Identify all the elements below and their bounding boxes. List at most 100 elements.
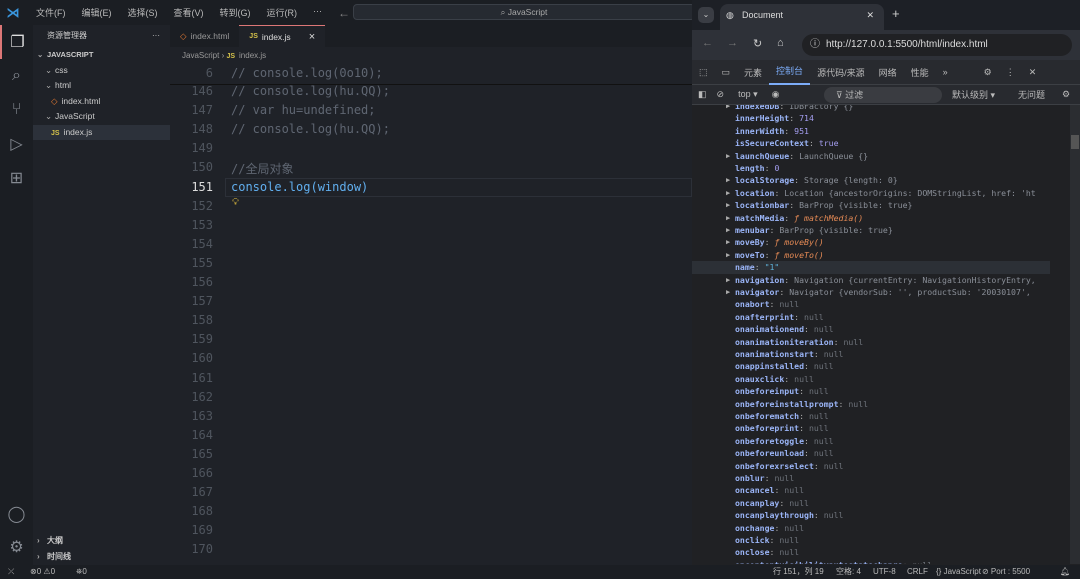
tree-folder-css[interactable]: ⌄ css bbox=[33, 63, 170, 79]
line-ending[interactable]: CRLF bbox=[907, 565, 928, 579]
home-icon[interactable]: ⌂ bbox=[777, 37, 784, 49]
console-property[interactable]: ▶ location: Location {ancestorOrigins: DO… bbox=[692, 187, 1050, 199]
console-property[interactable]: ▶ localStorage: Storage {length: 0} bbox=[692, 174, 1050, 186]
settings-icon[interactable]: ⚙ bbox=[977, 67, 999, 78]
explorer-icon[interactable]: ❐ bbox=[0, 25, 33, 59]
expand-icon[interactable]: ▶ bbox=[726, 224, 730, 236]
tab-index-html[interactable]: ◇ index.html bbox=[170, 25, 239, 47]
html-file-icon: ◇ bbox=[180, 31, 187, 41]
menu-item[interactable]: 查看(V) bbox=[168, 6, 210, 19]
problems-indicator[interactable]: ⊗0 ⚠0 bbox=[30, 565, 55, 579]
console-property[interactable]: ▶ navigation: Navigation {currentEntry: N… bbox=[692, 274, 1050, 286]
encoding[interactable]: UTF-8 bbox=[873, 565, 896, 579]
expand-icon[interactable]: ▶ bbox=[726, 199, 730, 211]
close-tab-icon[interactable]: × bbox=[309, 26, 315, 48]
timeline-section[interactable]: › 时间线 bbox=[37, 549, 71, 565]
console-settings-icon[interactable]: ⚙ bbox=[1062, 89, 1070, 100]
sidebar-toggle-icon[interactable]: ◧ bbox=[692, 89, 713, 100]
devtools-tab-performance[interactable]: 性能 bbox=[904, 66, 936, 79]
expand-icon[interactable]: ▶ bbox=[726, 212, 730, 224]
source-control-icon[interactable]: ⑂ bbox=[0, 93, 33, 127]
devtools-tab-network[interactable]: 网络 bbox=[872, 66, 904, 79]
live-server-port[interactable]: ⊘ Port : 5500 bbox=[982, 565, 1030, 579]
notifications-icon[interactable]: 🔔︎ bbox=[1060, 565, 1070, 579]
menu-item[interactable]: 编辑(E) bbox=[76, 6, 118, 19]
console-property[interactable]: ▶ matchMedia: ƒ matchMedia() bbox=[692, 212, 1050, 224]
reload-icon[interactable]: ↻ bbox=[753, 37, 762, 50]
devtools-tab-console[interactable]: 控制台 bbox=[769, 60, 811, 85]
cursor-position[interactable]: 行 151，列 19 bbox=[773, 565, 824, 579]
device-toolbar-icon[interactable]: ▭ bbox=[715, 67, 738, 78]
back-icon[interactable]: ← bbox=[338, 6, 350, 20]
console-property[interactable]: ▶ navigator: Navigator {vendorSub: '', pr… bbox=[692, 286, 1050, 298]
expand-icon[interactable]: ▶ bbox=[726, 174, 730, 186]
more-options-icon[interactable]: ⋮ bbox=[999, 67, 1022, 78]
menu-item[interactable]: 文件(F) bbox=[30, 6, 72, 19]
live-expression-icon[interactable]: ◉ bbox=[768, 89, 784, 100]
code-line[interactable]: console.log(window) bbox=[231, 180, 368, 194]
console-property[interactable]: ▶ moveTo: ƒ moveTo() bbox=[692, 249, 1050, 261]
search-icon[interactable]: ⌕ bbox=[0, 59, 33, 93]
expand-icon[interactable]: ▶ bbox=[726, 150, 730, 162]
clear-console-icon[interactable]: ⊘ bbox=[713, 89, 729, 100]
code-editor[interactable]: 6 // console.log(0o10); 146 // console.log(… bbox=[170, 64, 692, 565]
ports-indicator[interactable]: ⛯0 bbox=[76, 565, 87, 579]
tab-index-js[interactable]: JS index.js × bbox=[239, 25, 326, 48]
tree-file-index-html[interactable]: ◇ index.html bbox=[33, 94, 170, 110]
code-line[interactable]: // console.log(hu.QQ); bbox=[231, 84, 390, 98]
console-property[interactable]: ▶ menubar: BarProp {visible: true} bbox=[692, 224, 1050, 236]
outline-section[interactable]: › 大纲 bbox=[37, 533, 71, 549]
tree-folder-javascript[interactable]: ⌄ JavaScript bbox=[33, 109, 170, 125]
menu-item[interactable]: 转到(G) bbox=[214, 6, 257, 19]
code-line[interactable]: // console.log(0o10); bbox=[231, 66, 383, 80]
console-property[interactable]: ▶ launchQueue: LaunchQueue {} bbox=[692, 150, 1050, 162]
expand-icon[interactable]: ▶ bbox=[726, 249, 730, 261]
console-output[interactable]: ▶ indexedDB: IDBFactory {} innerHeight: 71… bbox=[692, 105, 1080, 564]
extensions-icon[interactable]: ⊞ bbox=[0, 161, 33, 195]
code-line[interactable]: // var hu=undefined; bbox=[231, 103, 376, 117]
command-center-search[interactable]: ⌕ JavaScript bbox=[353, 4, 695, 20]
new-tab-button[interactable]: + bbox=[892, 6, 900, 21]
close-devtools-icon[interactable]: ✕ bbox=[1022, 67, 1044, 78]
tree-folder-html[interactable]: ⌄ html bbox=[33, 78, 170, 94]
devtools-tab-elements[interactable]: 元素 bbox=[737, 66, 769, 79]
code-line[interactable]: // console.log(hu.QQ); bbox=[231, 122, 390, 136]
menu-item[interactable]: 选择(S) bbox=[122, 6, 164, 19]
issues-button[interactable]: 无问题 bbox=[1018, 88, 1045, 101]
browser-tab[interactable]: ◍ Document ✕ bbox=[720, 4, 884, 30]
more-tabs-button[interactable]: » bbox=[936, 67, 955, 77]
devtools-tab-sources[interactable]: 源代码/来源 bbox=[810, 66, 872, 79]
inspect-icon[interactable]: ⬚ bbox=[692, 67, 715, 78]
close-tab-icon[interactable]: ✕ bbox=[866, 4, 874, 26]
expand-icon[interactable]: ▶ bbox=[726, 187, 730, 199]
address-bar[interactable]: ⓘ http://127.0.0.1:5500/html/index.html bbox=[802, 34, 1072, 56]
tree-file-index-js[interactable]: JS index.js bbox=[33, 124, 170, 140]
remote-icon[interactable]: ⤫ bbox=[8, 565, 14, 579]
expand-icon[interactable]: ▶ bbox=[726, 236, 730, 248]
forward-icon[interactable]: → bbox=[727, 37, 738, 49]
context-selector[interactable]: top ▾ bbox=[728, 89, 768, 100]
filter-input[interactable]: ⊽ 过滤 bbox=[824, 87, 942, 103]
expand-icon[interactable]: ▶ bbox=[726, 105, 730, 112]
language-mode[interactable]: {} JavaScript bbox=[936, 565, 981, 579]
expand-icon[interactable]: ▶ bbox=[726, 274, 730, 286]
account-icon[interactable]: ◯ bbox=[0, 497, 33, 531]
console-property[interactable]: ▶ indexedDB: IDBFactory {} bbox=[692, 105, 1050, 112]
menu-item[interactable]: ··· bbox=[307, 6, 328, 19]
more-actions-button[interactable]: ··· bbox=[152, 25, 160, 47]
console-property[interactable]: ▶ locationbar: BarProp {visible: true} bbox=[692, 199, 1050, 211]
run-debug-icon[interactable]: ▷ bbox=[0, 127, 33, 161]
property-key: isSecureContext bbox=[735, 138, 809, 149]
back-icon[interactable]: ← bbox=[702, 37, 713, 49]
tab-list-button[interactable]: ⌄ bbox=[698, 7, 714, 23]
console-property[interactable]: ▶ moveBy: ƒ moveBy() bbox=[692, 236, 1050, 248]
workspace-root[interactable]: ⌄ JAVASCRIPT bbox=[33, 47, 170, 63]
expand-icon[interactable]: ▶ bbox=[726, 286, 730, 298]
indentation[interactable]: 空格: 4 bbox=[836, 565, 861, 579]
code-line[interactable]: //全局对象 bbox=[231, 160, 293, 177]
menu-item[interactable]: 运行(R) bbox=[261, 6, 304, 19]
log-level-dropdown[interactable]: 默认级别 ▾ bbox=[952, 88, 995, 101]
lightbulb-icon[interactable]: 💡︎ bbox=[232, 197, 239, 208]
scrollbar[interactable] bbox=[1070, 105, 1080, 564]
gear-icon[interactable]: ⚙ bbox=[0, 530, 33, 564]
